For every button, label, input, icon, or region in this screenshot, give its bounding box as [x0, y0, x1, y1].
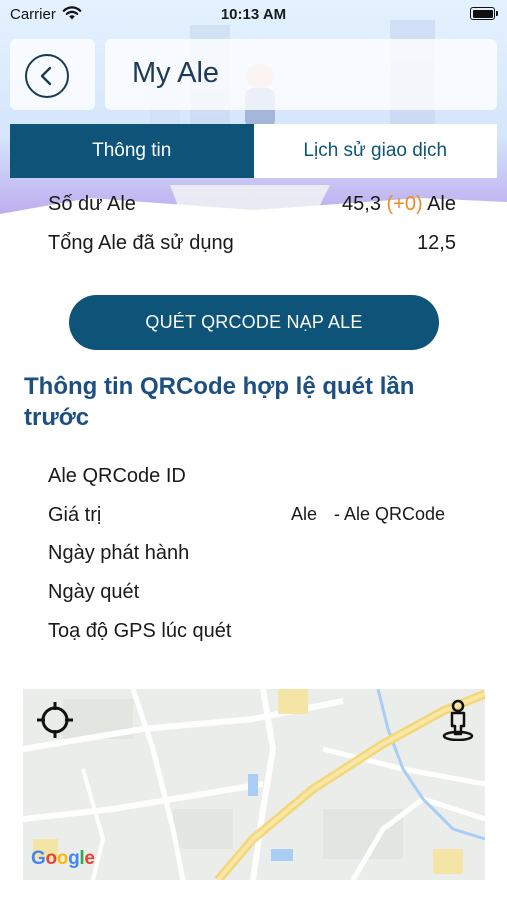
balance-change: (+0) — [386, 193, 423, 215]
balance-value: 45,3 (+0) Ale — [342, 193, 456, 216]
value-suffix: - Ale QRCode — [334, 504, 446, 524]
tab-info[interactable]: Thông tin — [10, 124, 254, 178]
google-logo: Google — [31, 848, 95, 869]
used-label: Tổng Ale đã sử dụng — [48, 232, 234, 254]
used-value: 12,5 — [417, 232, 456, 254]
status-bar: Carrier 10:13 AM — [0, 0, 507, 30]
street-view-person-icon[interactable] — [441, 699, 475, 741]
balance-unit: Ale — [427, 193, 456, 215]
page-title: My Ale — [132, 57, 220, 89]
value-unit: Ale — [291, 504, 318, 524]
field-qrcode-id: Ale QRCode ID — [48, 465, 186, 487]
back-button[interactable] — [25, 54, 69, 98]
battery-icon — [470, 7, 498, 20]
tab-transaction-history[interactable]: Lịch sử giao dịch — [253, 124, 497, 178]
chevron-left-icon — [40, 66, 52, 86]
title-card: My Ale — [105, 39, 497, 110]
crosshair-icon[interactable] — [35, 700, 75, 740]
balance-amount: 45,3 — [342, 193, 381, 215]
field-value: Giá trị — [48, 504, 102, 526]
field-scan-date: Ngày quét — [48, 581, 140, 603]
map-view[interactable]: Google — [23, 689, 485, 880]
status-time: 10:13 AM — [220, 6, 287, 23]
field-issue-date: Ngày phát hành — [48, 542, 190, 564]
scan-qrcode-button[interactable]: QUÉT QRCODE NẠP ALE — [69, 295, 439, 350]
tab-bar: Thông tin Lịch sử giao dịch — [10, 124, 497, 178]
field-gps: Toạ độ GPS lúc quét — [48, 620, 232, 642]
balance-label: Số dư Ale — [48, 193, 136, 215]
last-scan-title: Thông tin QRCode hợp lệ quét lần trước — [24, 373, 415, 431]
